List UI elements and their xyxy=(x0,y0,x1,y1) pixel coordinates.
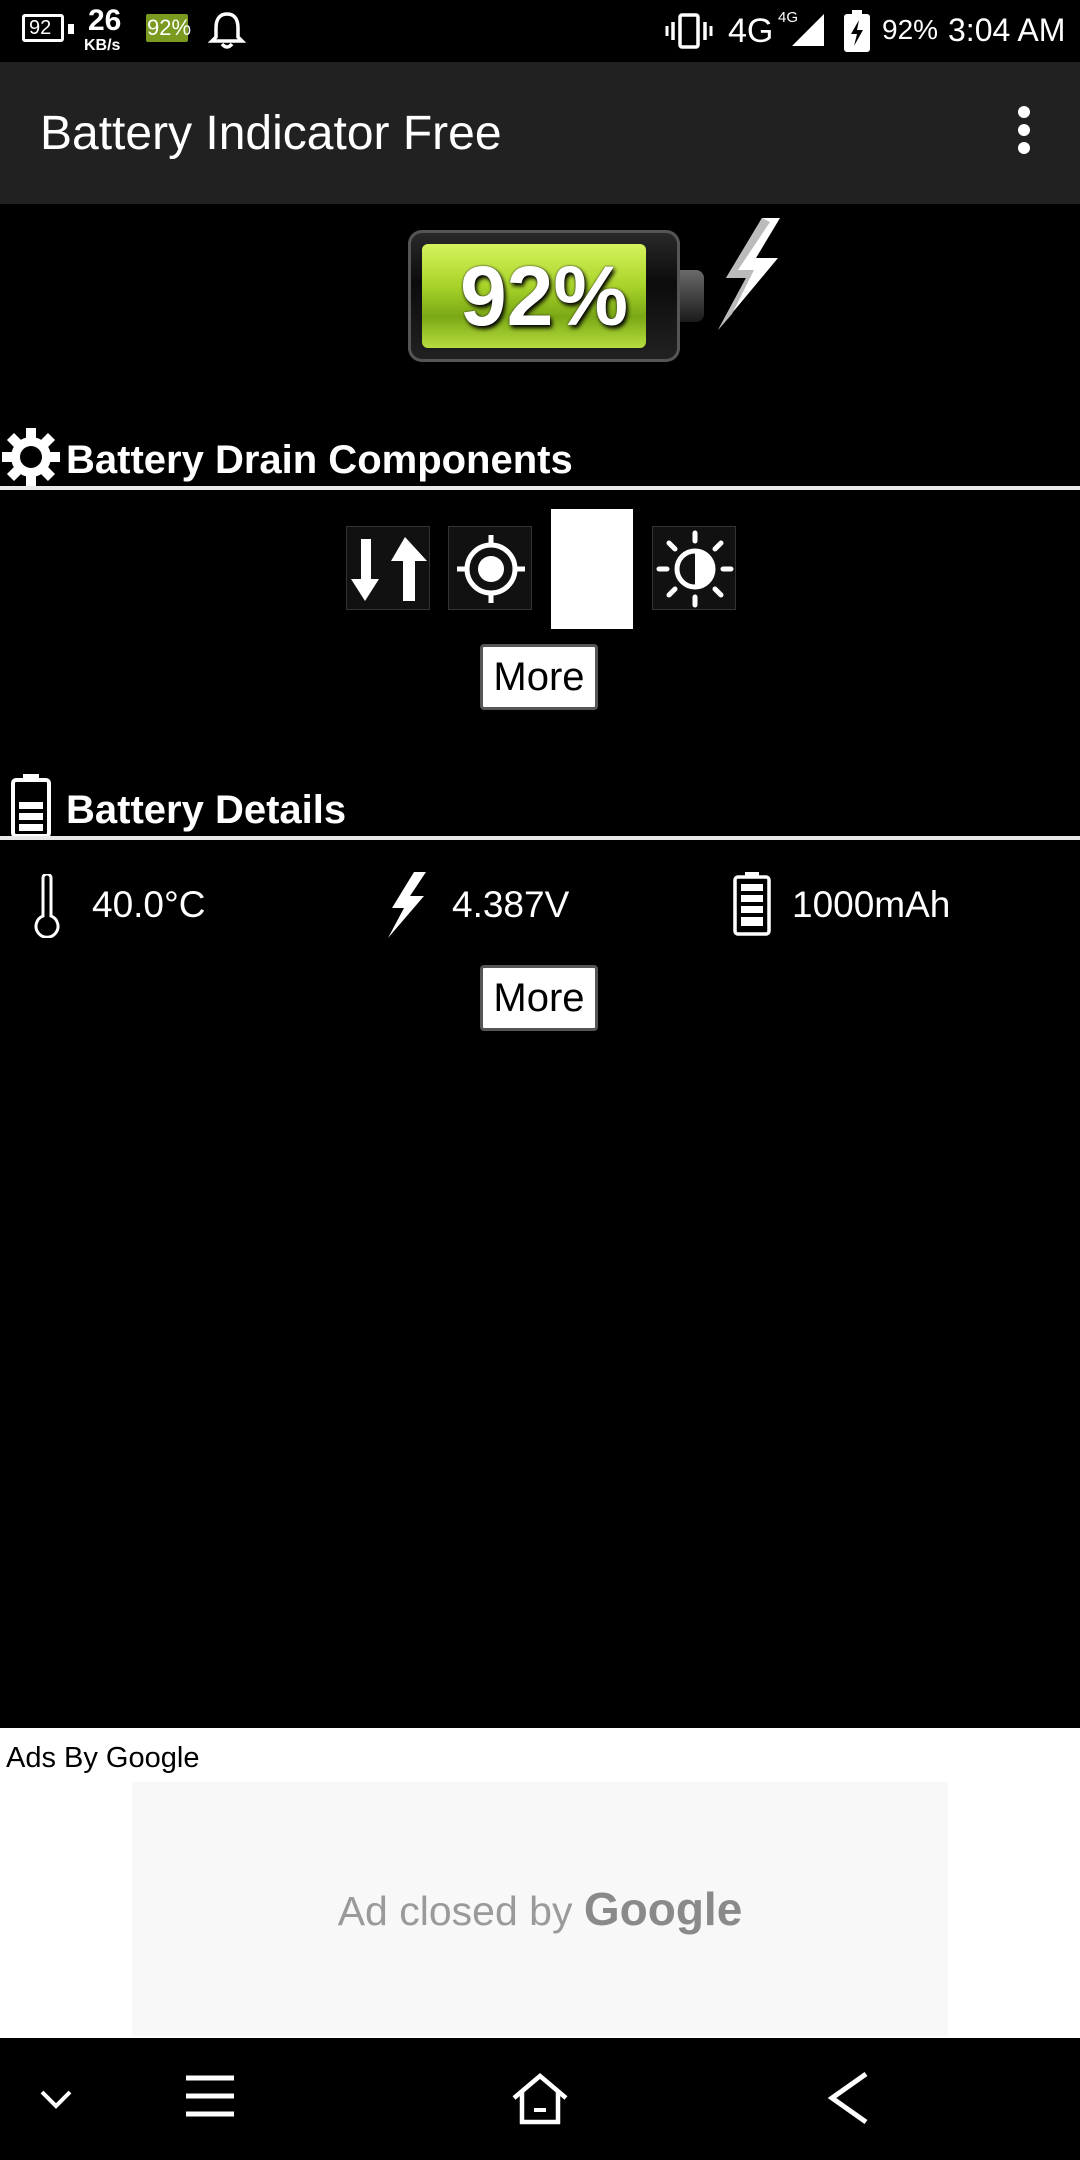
capacity-value: 1000mAh xyxy=(792,884,951,925)
status-battery-percent: 92% xyxy=(882,14,939,45)
auto-brightness-tile[interactable] xyxy=(652,526,736,610)
network-speed-unit: KB/s xyxy=(84,37,121,54)
battery-icon xyxy=(11,774,51,838)
lightning-bolt-icon xyxy=(718,218,780,330)
back-icon[interactable] xyxy=(826,2070,872,2126)
battery-box-cap xyxy=(68,24,74,34)
data-transfer-icon xyxy=(351,537,427,601)
battery-percent-icon: 92% xyxy=(146,14,192,42)
ads-label: Ads By Google xyxy=(6,1742,200,1774)
gear-icon xyxy=(2,428,60,486)
drain-more-button[interactable]: More xyxy=(480,644,598,710)
menu-icon[interactable] xyxy=(184,2072,236,2122)
details-section-header: Battery Details xyxy=(0,774,1080,838)
network-speed-value: 26 xyxy=(88,4,122,37)
drain-section-title: Battery Drain Components xyxy=(66,438,573,482)
app-title: Battery Indicator Free xyxy=(40,107,502,160)
drain-section-divider xyxy=(0,486,1080,490)
notification-bell-icon xyxy=(208,12,246,49)
vibrate-icon xyxy=(665,13,713,49)
battery-box-text: 92 xyxy=(29,17,52,39)
details-section-divider xyxy=(0,836,1080,840)
ad-closed-prefix: Ad closed by xyxy=(337,1888,584,1934)
thermometer-icon xyxy=(34,874,60,938)
battery-cap xyxy=(680,270,704,322)
ad-closed-message: Ad closed by Google xyxy=(132,1882,948,1936)
signal-strength-icon xyxy=(792,14,824,46)
voltage-bolt-icon xyxy=(388,872,426,938)
network-type: 4G xyxy=(728,12,774,50)
ad-banner[interactable]: Ad closed by Google xyxy=(132,1782,948,2036)
status-time: 3:04 AM xyxy=(948,12,1066,48)
voltage-value: 4.387V xyxy=(452,884,570,925)
battery-percent-text: 92% xyxy=(459,249,629,343)
ads-area: Ads By Google Ad closed by Google xyxy=(0,1728,1080,2038)
drain-section-header: Battery Drain Components xyxy=(0,424,1080,486)
temperature-value: 40.0°C xyxy=(92,884,206,925)
battery-box-icon: 92 xyxy=(22,14,64,42)
google-logo-text: Google xyxy=(583,1883,743,1935)
details-section-title: Battery Details xyxy=(66,788,347,832)
charging-battery-icon xyxy=(844,10,870,52)
capacity-battery-icon xyxy=(733,872,771,936)
auto-brightness-icon xyxy=(656,530,734,608)
navigation-bar xyxy=(0,2038,1080,2160)
details-more-button[interactable]: More xyxy=(480,965,598,1031)
battery-percent-icon-text: 92% xyxy=(147,15,192,40)
gps-tile[interactable] xyxy=(448,526,532,610)
app-bar: Battery Indicator Free xyxy=(0,62,1080,204)
collapse-icon[interactable] xyxy=(36,2086,76,2112)
status-bar: 92 26 KB/s 92% 4G 4G 92% 3:04 AM xyxy=(0,0,1080,62)
blank-tile[interactable] xyxy=(551,509,633,629)
battery-level-indicator: 92% xyxy=(408,226,708,366)
data-transfer-tile[interactable] xyxy=(346,526,430,610)
overflow-menu-icon[interactable] xyxy=(1010,100,1040,170)
gps-icon xyxy=(457,535,525,603)
home-icon[interactable] xyxy=(510,2072,570,2126)
